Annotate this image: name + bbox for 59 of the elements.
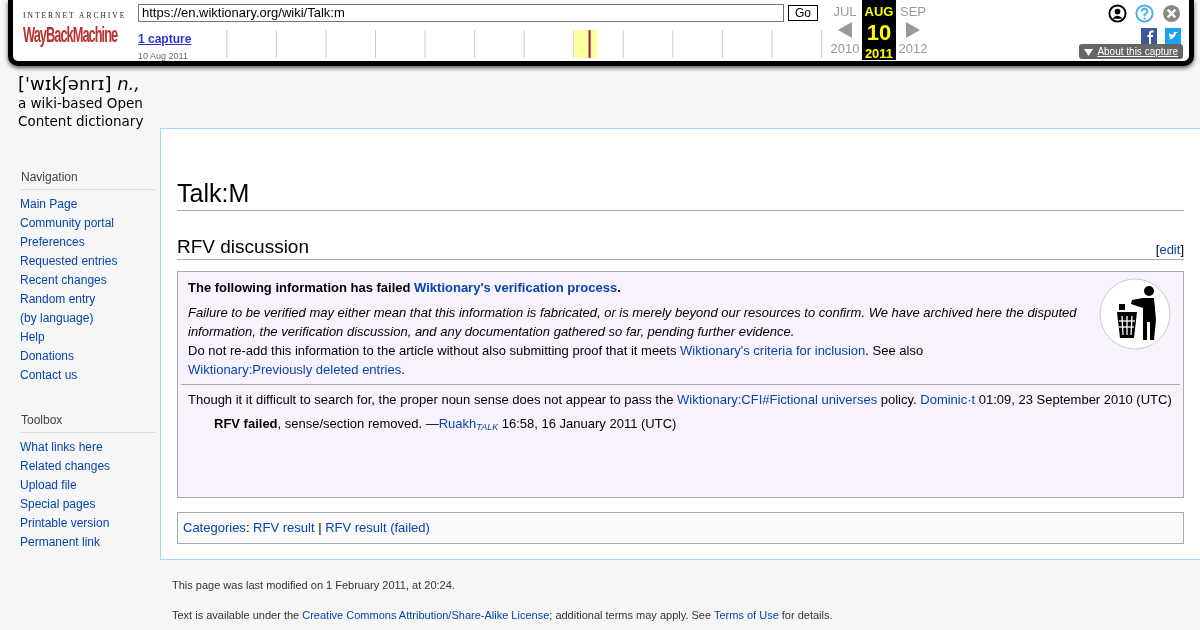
- captures-link[interactable]: 1 capture: [138, 30, 198, 48]
- sidebar-link[interactable]: Permanent link: [0, 533, 160, 552]
- about-capture-button[interactable]: About this capture: [1079, 44, 1183, 59]
- sidebar-link[interactable]: Contact us: [0, 366, 160, 385]
- sidebar-link[interactable]: Random entry: [0, 290, 160, 309]
- next-arrow-icon[interactable]: [906, 22, 920, 38]
- url-field[interactable]: https://en.wiktionary.org/wiki/Talk:m: [138, 4, 784, 22]
- category-link[interactable]: RFV result: [253, 520, 315, 536]
- year-label[interactable]: 2011: [862, 43, 896, 63]
- portal-heading: Toolbox: [20, 411, 156, 433]
- trash-icon: [1099, 278, 1171, 351]
- logo-text: Content dictionary: [18, 112, 144, 131]
- link[interactable]: Ruakh: [438, 416, 477, 432]
- twitter-icon[interactable]: [1165, 28, 1181, 44]
- wayback-logo[interactable]: WayBackMachine: [23, 21, 118, 50]
- notice-instruction: Do not re-add this information to the article without also submitting proof that it meets Wiktionary's criteria for inclusion. See also Wiktionary:Previously deleted entries.: [188, 342, 925, 380]
- sidebar-link[interactable]: Special pages: [0, 495, 160, 514]
- day-label: 10: [866, 21, 892, 44]
- category-link[interactable]: RFV result (failed): [325, 520, 430, 536]
- month-label[interactable]: AUG: [862, 2, 896, 22]
- sidebar-link[interactable]: Preferences: [0, 233, 160, 252]
- logo-text: ['wɪkʃənrɪ] n.,: [18, 72, 142, 96]
- license-text: Text is available under the Creative Commons Attribution/Share-Alike License; additional terms may apply. See Terms of Use for details.: [172, 607, 833, 623]
- last-modified-text: This page was last modified on 1 February 2011, at 20:24.: [172, 578, 456, 593]
- previous-arrow-icon[interactable]: [838, 22, 852, 38]
- categories-bar: Categories: RFV result | RFV result (failed): [177, 512, 1184, 544]
- facebook-icon[interactable]: [1141, 28, 1157, 44]
- sidebar-link[interactable]: Donations: [0, 347, 160, 366]
- link[interactable]: Terms of Use: [713, 608, 779, 621]
- sidebar-link[interactable]: Help: [0, 328, 160, 347]
- sidebar-link[interactable]: What links here: [0, 438, 160, 457]
- link[interactable]: Dominic·t: [920, 392, 976, 408]
- sidebar-link[interactable]: Related changes: [0, 457, 160, 476]
- talk-link[interactable]: TALK: [476, 422, 499, 433]
- capture-date: 10 Aug 2011: [138, 50, 189, 63]
- sidebar-link[interactable]: Printable version: [0, 514, 160, 533]
- sidebar-link[interactable]: Upload file: [0, 476, 160, 495]
- sidebar-link[interactable]: Community portal: [0, 214, 160, 233]
- link[interactable]: Wiktionary:CFI#Fictional universes: [677, 392, 878, 408]
- notice-heading: The following information has failed Wiktionary's verification process.: [188, 279, 622, 298]
- caret-icon: [1084, 48, 1094, 56]
- category-link[interactable]: Categories: [183, 520, 246, 536]
- notice-explanation: Failure to be verified may either mean that this information is fabricated, or is merely beyond our resources to confirm. We have archived here the disputed information, the verification discussion, and any documentation gathered so far, pending further evidence.: [188, 304, 1078, 342]
- section-heading: RFV discussion: [177, 234, 309, 259]
- page-title: Talk:M: [177, 177, 1184, 211]
- go-button[interactable]: Go: [788, 5, 818, 21]
- edit-section: [edit]: [1155, 242, 1184, 260]
- comment-text: Though it it difficult to search for, the proper noun sense does not appear to pass the Wiktionary:CFI#Fictional universes policy. Dominic·t 01:09, 23 September 2010 (UTC): [188, 391, 1173, 410]
- sidebar-link[interactable]: (by language): [0, 309, 160, 328]
- portal-heading: Navigation: [20, 168, 156, 190]
- sidebar-link[interactable]: Main Page: [0, 195, 160, 214]
- edit-link[interactable]: edit: [1159, 242, 1181, 258]
- close-icon[interactable]: [1162, 4, 1181, 23]
- logo-text: a wiki-based Open: [18, 95, 144, 113]
- sidebar-link[interactable]: Recent changes: [0, 271, 160, 290]
- sidebar-link[interactable]: Requested entries: [0, 252, 160, 271]
- comment-text: RFV failed, sense/section removed. —Ruakh$_{TALK}$ 16:58, 16 January 2011 (UTC): [214, 415, 678, 434]
- user-icon[interactable]: [1108, 4, 1127, 23]
- help-icon[interactable]: [1135, 4, 1154, 23]
